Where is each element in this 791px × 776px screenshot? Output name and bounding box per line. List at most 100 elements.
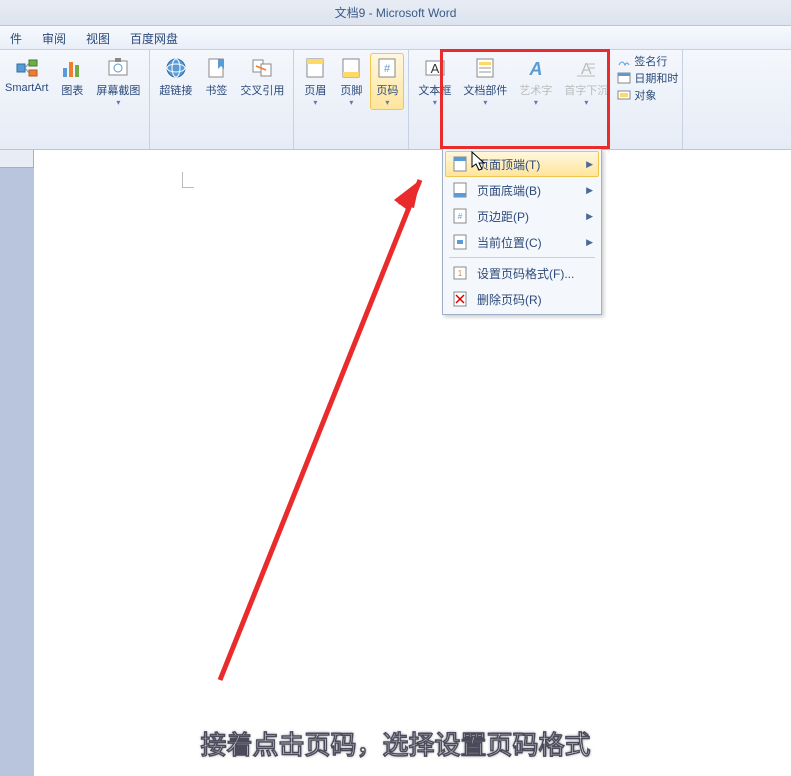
dropcap-icon: A: [574, 56, 598, 80]
page-bottom-icon: [451, 181, 469, 199]
crossref-icon: [250, 56, 274, 80]
wordart-label: 艺术字: [519, 82, 552, 98]
dropdown-label: 页边距(P): [477, 208, 586, 225]
header-button[interactable]: 页眉 ▾: [298, 53, 332, 110]
smartart-label: SmartArt: [5, 82, 48, 94]
dropdown-item-remove-page-numbers[interactable]: 删除页码(R): [445, 286, 599, 312]
chart-button[interactable]: 图表: [55, 53, 89, 110]
ribbon-group-illustration: SmartArt 图表 屏幕截图 ▾: [0, 50, 150, 149]
footer-label: 页脚: [340, 82, 362, 98]
footer-icon: [339, 56, 363, 80]
svg-text:#: #: [458, 212, 463, 221]
docparts-icon: [473, 56, 497, 80]
wordart-button[interactable]: A 艺术字 ▾: [514, 53, 557, 110]
bookmark-icon: [204, 56, 228, 80]
textbox-label: 文本框: [418, 82, 451, 98]
dropdown-item-current-position[interactable]: 当前位置(C) ▶: [445, 229, 599, 255]
textbox-button[interactable]: A 文本框 ▾: [413, 53, 456, 110]
current-position-icon: [451, 233, 469, 251]
object-icon: [617, 88, 631, 102]
datetime-label: 日期和时: [634, 70, 678, 86]
menu-item[interactable]: 视图: [76, 26, 120, 49]
hyperlink-icon: [164, 56, 188, 80]
page-margin-icon: #: [451, 207, 469, 225]
dropdown-label: 设置页码格式(F)...: [477, 265, 593, 282]
bookmark-button[interactable]: 书签: [199, 53, 233, 101]
wordart-icon: A: [524, 56, 548, 80]
menu-item[interactable]: 件: [0, 26, 32, 49]
signature-label: 签名行: [634, 53, 667, 69]
ribbon-group-text: A 文本框 ▾ 文档部件 ▾ A 艺术字 ▾ A: [408, 50, 683, 149]
ruler-corner: [0, 150, 34, 168]
page-number-button[interactable]: # 页码 ▾: [370, 53, 404, 110]
format-page-number-icon: 1: [451, 264, 469, 282]
menu-bar: 件 审阅 视图 百度网盘: [0, 26, 791, 50]
dropdown-label: 页面顶端(T): [477, 156, 586, 173]
textbox-icon: A: [423, 56, 447, 80]
page-number-label: 页码: [376, 82, 398, 98]
dropdown-arrow-icon: ▾: [433, 98, 437, 107]
dropdown-item-top-of-page[interactable]: 页面顶端(T) ▶: [445, 151, 599, 177]
docparts-label: 文档部件: [463, 82, 507, 98]
smartart-icon: [15, 56, 39, 80]
submenu-arrow-icon: ▶: [586, 237, 593, 248]
ribbon: SmartArt 图表 屏幕截图 ▾: [0, 50, 791, 150]
text-cursor: [182, 172, 194, 188]
hyperlink-label: 超链接: [159, 82, 192, 98]
crossref-label: 交叉引用: [240, 82, 284, 98]
object-label: 对象: [634, 87, 656, 103]
menu-item[interactable]: 百度网盘: [120, 26, 188, 49]
dropdown-label: 删除页码(R): [477, 291, 593, 308]
dropdown-label: 页面底端(B): [477, 182, 586, 199]
dropdown-arrow-icon: ▾: [313, 98, 317, 107]
dropdown-arrow-icon: ▾: [584, 98, 588, 107]
dropdown-item-bottom-of-page[interactable]: 页面底端(B) ▶: [445, 177, 599, 203]
page-top-icon: [451, 155, 469, 173]
svg-text:#: #: [384, 63, 391, 75]
screenshot-button[interactable]: 屏幕截图 ▾: [91, 53, 145, 110]
smartart-button[interactable]: SmartArt: [0, 53, 53, 110]
svg-text:1: 1: [458, 269, 463, 278]
submenu-arrow-icon: ▶: [586, 211, 593, 222]
title-bar: 文档9 - Microsoft Word: [0, 0, 791, 26]
signature-line-button[interactable]: 签名行: [617, 53, 678, 69]
document-area: [0, 150, 791, 776]
ribbon-group-headerfooter: 页眉 ▾ 页脚 ▾ # 页码 ▾: [294, 50, 408, 149]
datetime-icon: [617, 71, 631, 85]
dropdown-item-page-margins[interactable]: # 页边距(P) ▶: [445, 203, 599, 229]
small-button-column: 签名行 日期和时 对象: [615, 53, 678, 110]
datetime-button[interactable]: 日期和时: [617, 70, 678, 86]
hyperlink-button[interactable]: 超链接: [154, 53, 197, 101]
window-title: 文档9 - Microsoft Word: [335, 6, 457, 20]
menu-item[interactable]: 审阅: [32, 26, 76, 49]
ribbon-group-links: 超链接 书签 交叉引用: [150, 50, 294, 149]
dropdown-arrow-icon: ▾: [483, 98, 487, 107]
object-button[interactable]: 对象: [617, 87, 678, 103]
remove-page-number-icon: [451, 290, 469, 308]
header-icon: [303, 56, 327, 80]
screenshot-icon: [106, 56, 130, 80]
docparts-button[interactable]: 文档部件 ▾: [458, 53, 512, 110]
document-page[interactable]: [34, 150, 791, 776]
bookmark-label: 书签: [205, 82, 227, 98]
dropdown-arrow-icon: ▾: [534, 98, 538, 107]
dropcap-button[interactable]: A 首字下沉 ▾: [559, 53, 613, 110]
page-number-icon: #: [375, 56, 399, 80]
annotation-caption: 接着点击页码，选择设置页码格式: [0, 725, 791, 762]
dropdown-item-format-page-numbers[interactable]: 1 设置页码格式(F)...: [445, 260, 599, 286]
chart-label: 图表: [61, 82, 83, 98]
footer-button[interactable]: 页脚 ▾: [334, 53, 368, 110]
dropdown-arrow-icon: ▾: [349, 98, 353, 107]
dropcap-label: 首字下沉: [564, 82, 608, 98]
dropdown-arrow-icon: ▾: [385, 98, 389, 107]
crossref-button[interactable]: 交叉引用: [235, 53, 289, 101]
dropdown-label: 当前位置(C): [477, 234, 586, 251]
header-label: 页眉: [304, 82, 326, 98]
svg-text:A: A: [528, 59, 542, 79]
dropdown-arrow-icon: ▾: [116, 98, 120, 107]
submenu-arrow-icon: ▶: [586, 185, 593, 196]
screenshot-label: 屏幕截图: [96, 82, 140, 98]
page-number-dropdown: 页面顶端(T) ▶ 页面底端(B) ▶ # 页边距(P) ▶ 当前位置(C) ▶…: [442, 148, 602, 315]
signature-icon: [617, 54, 631, 68]
chart-icon: [60, 56, 84, 80]
